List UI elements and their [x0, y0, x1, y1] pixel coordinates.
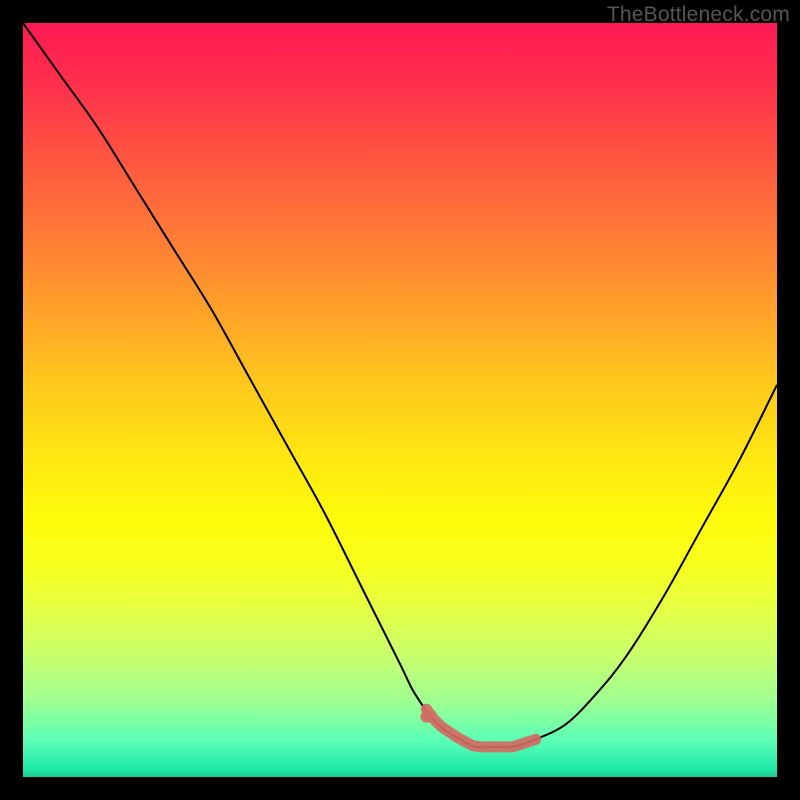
chart-plot-area [23, 23, 777, 777]
optimal-range-marker [426, 709, 535, 747]
chart-svg [23, 23, 777, 777]
watermark-text: TheBottleneck.com [607, 3, 790, 27]
bottleneck-curve-line [23, 23, 777, 747]
optimal-range-dot [420, 711, 432, 723]
